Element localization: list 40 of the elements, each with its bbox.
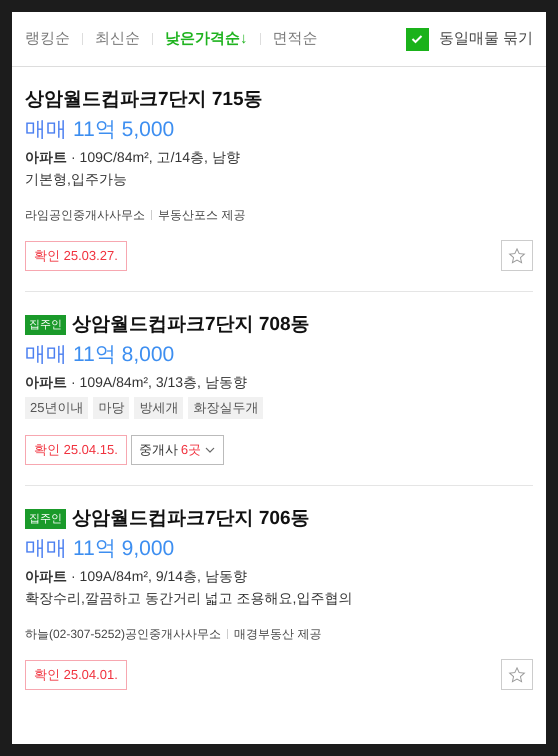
sort-option[interactable]: 최신순	[95, 28, 140, 50]
price: 11억 9,000	[73, 536, 174, 562]
property-type: 아파트	[25, 148, 67, 167]
group-checkbox-label[interactable]: 동일매물 묶기	[438, 28, 533, 50]
listing-title[interactable]: 상암월드컵파크7단지 715동	[25, 87, 263, 113]
verified-date-badge: 확인 25.03.27.	[25, 240, 127, 270]
listing-title[interactable]: 상암월드컵파크7단지 706동	[72, 506, 310, 532]
feature-tag: 화장실두개	[188, 397, 264, 419]
verified-date-badge: 확인 25.04.15.	[25, 435, 127, 465]
price-type: 매매	[25, 536, 67, 562]
price: 11억 5,000	[73, 117, 174, 143]
price: 11억 8,000	[73, 342, 174, 368]
favorite-button[interactable]	[501, 240, 533, 271]
property-spec: · 109C/84m², 고/14층, 남향	[71, 148, 240, 167]
owner-badge: 집주인	[25, 509, 66, 529]
property-type: 아파트	[25, 373, 67, 392]
data-provider: 매경부동산 제공	[234, 626, 322, 643]
listing-title[interactable]: 상암월드컵파크7단지 708동	[72, 312, 310, 338]
sort-option[interactable]: 면적순	[272, 28, 318, 50]
star-icon	[508, 246, 526, 264]
agency-name: 하늘(02-307-5252)공인중개사사무소	[25, 626, 222, 643]
sort-option[interactable]: 랭킹순	[25, 28, 70, 50]
feature-tag: 방세개	[134, 397, 184, 419]
agency-name: 라임공인중개사사무소	[25, 207, 145, 224]
listing-description: 기본형,입주가능	[25, 170, 128, 189]
listing-description: 확장수리,깔끔하고 동간거리 넓고 조용해요,입주협의	[25, 589, 354, 608]
property-spec: · 109A/84m², 9/14층, 남동향	[71, 567, 247, 586]
price-type: 매매	[25, 117, 67, 143]
owner-badge: 집주인	[25, 315, 66, 335]
group-checkbox[interactable]	[406, 28, 429, 50]
brokers-dropdown[interactable]: 중개사 6곳	[130, 435, 224, 465]
property-spec: · 109A/84m², 3/13층, 남동향	[71, 373, 247, 392]
feature-tag: 25년이내	[25, 397, 88, 419]
favorite-button[interactable]	[501, 659, 533, 690]
verified-date-badge: 확인 25.04.01.	[25, 660, 127, 690]
price-type: 매매	[25, 342, 67, 368]
property-type: 아파트	[25, 567, 67, 586]
feature-tag: 마당	[93, 397, 130, 419]
star-icon	[508, 666, 526, 684]
data-provider: 부동산포스 제공	[158, 207, 246, 224]
